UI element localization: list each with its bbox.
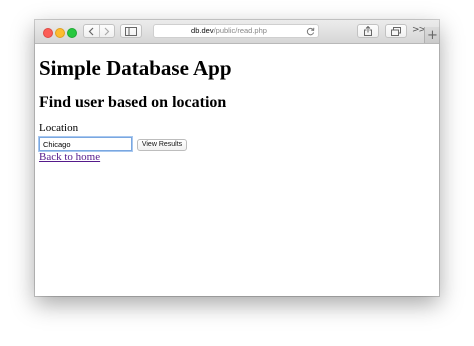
chevron-right-icon	[104, 27, 110, 35]
url-path: /public/read.php	[213, 26, 267, 35]
share-button[interactable]	[357, 24, 379, 38]
location-input[interactable]	[38, 136, 133, 152]
url-text: db.dev/public/read.php	[154, 25, 304, 37]
location-label: Location	[39, 122, 79, 134]
url-host: db.dev	[191, 26, 214, 35]
sidebar-icon	[125, 26, 137, 36]
minimize-window-button[interactable]	[55, 28, 65, 38]
close-window-button[interactable]	[43, 28, 53, 38]
page-subtitle: Find user based on location	[39, 94, 227, 111]
show-tabs-button[interactable]	[385, 24, 407, 38]
back-button[interactable]	[84, 25, 99, 37]
back-to-home-link[interactable]: Back to home	[39, 151, 100, 163]
address-bar[interactable]: db.dev/public/read.php	[153, 24, 319, 38]
zoom-window-button[interactable]	[67, 28, 77, 38]
tabs-overview-icon	[391, 26, 401, 36]
navigation-button-group	[83, 24, 115, 38]
page-content: Simple Database App Find user based on l…	[38, 44, 439, 296]
chevron-left-icon	[88, 27, 94, 35]
new-tab-button[interactable]: +	[424, 27, 439, 43]
reload-icon[interactable]	[306, 27, 315, 36]
page-title: Simple Database App	[39, 56, 232, 80]
browser-toolbar: db.dev/public/read.php >> +	[35, 20, 439, 44]
view-results-button[interactable]: View Results	[137, 139, 187, 151]
sidebar-button[interactable]	[120, 24, 142, 38]
share-icon	[364, 26, 372, 36]
browser-window: db.dev/public/read.php >> + Simple Datab…	[35, 20, 439, 296]
forward-button[interactable]	[98, 25, 115, 37]
